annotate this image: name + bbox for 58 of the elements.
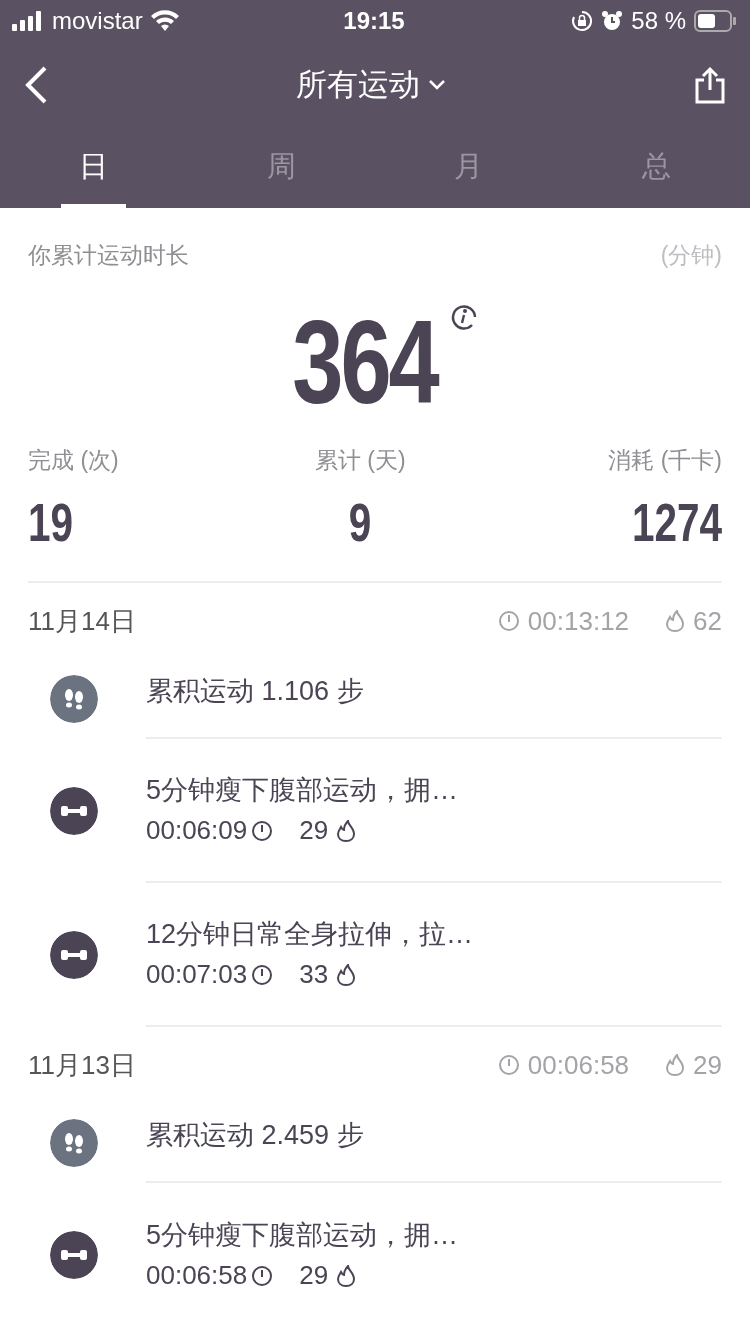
flame-icon bbox=[665, 610, 686, 632]
footprints-icon bbox=[50, 675, 98, 723]
battery-percent: 58 % bbox=[631, 6, 686, 36]
carrier-name: movistar bbox=[52, 6, 143, 36]
flame-icon bbox=[336, 1264, 357, 1287]
clock-icon bbox=[497, 610, 520, 632]
unit-label: (分钟) bbox=[660, 241, 722, 270]
title-dropdown[interactable]: 所有运动 bbox=[296, 61, 446, 109]
rotation-lock-icon bbox=[571, 10, 594, 32]
clock-icon bbox=[497, 1054, 520, 1076]
info-icon[interactable] bbox=[450, 302, 479, 331]
activity-calories: 33 bbox=[299, 958, 329, 991]
tab[interactable]: 周 bbox=[248, 130, 314, 208]
stat-value: 9 bbox=[349, 495, 372, 549]
clock-icon bbox=[251, 819, 274, 842]
flame-icon bbox=[336, 819, 357, 842]
share-icon[interactable] bbox=[694, 66, 726, 104]
total-minutes: 364 bbox=[291, 302, 437, 421]
tab[interactable]: 日 bbox=[61, 130, 127, 208]
stat-label: 累计 (天) bbox=[314, 445, 406, 475]
dumbbell-icon bbox=[50, 787, 98, 835]
day-duration: 00:13:12 bbox=[527, 604, 630, 638]
day-date: 11月14日 bbox=[28, 604, 136, 638]
activity-duration: 00:06:58 bbox=[146, 1259, 248, 1292]
stat-value: 1274 bbox=[631, 495, 722, 549]
day-calories: 62 bbox=[693, 604, 722, 638]
day-date: 11月13日 bbox=[28, 1048, 136, 1082]
activity-title: 累积运动 1.106 步 bbox=[146, 675, 365, 709]
stat-label: 消耗 (千卡) bbox=[608, 445, 722, 475]
activity-title: 5分钟瘦下腹部运动，拥… bbox=[146, 1219, 460, 1253]
back-icon[interactable] bbox=[24, 66, 48, 104]
clock-icon bbox=[251, 1264, 274, 1287]
alarm-icon bbox=[601, 10, 624, 32]
flame-icon bbox=[665, 1054, 686, 1076]
tab[interactable]: 月 bbox=[436, 130, 502, 208]
activity-duration: 00:07:03 bbox=[146, 958, 248, 991]
dumbbell-icon bbox=[50, 1231, 98, 1279]
status-time: 19:15 bbox=[343, 7, 405, 34]
clock-icon bbox=[251, 963, 274, 986]
footprints-icon bbox=[50, 1119, 98, 1167]
dumbbell-icon bbox=[50, 931, 98, 979]
flame-icon bbox=[336, 963, 357, 986]
activity-title: 累积运动 2.459 步 bbox=[146, 1119, 365, 1153]
wifi-icon bbox=[150, 10, 179, 32]
signal-icon bbox=[12, 11, 44, 31]
battery-icon bbox=[694, 10, 736, 32]
day-duration: 00:06:58 bbox=[527, 1048, 630, 1082]
stat-label: 完成 (次) bbox=[28, 445, 119, 475]
caret-icon bbox=[428, 79, 446, 91]
activity-title: 5分钟瘦下腹部运动，拥… bbox=[146, 774, 460, 808]
activity-calories: 29 bbox=[299, 814, 329, 847]
stat-value: 19 bbox=[28, 495, 74, 549]
summary-label: 你累计运动时长 bbox=[28, 241, 189, 270]
activity-duration: 00:06:09 bbox=[146, 814, 248, 847]
activity-title: 12分钟日常全身拉伸，拉… bbox=[146, 918, 475, 952]
day-calories: 29 bbox=[693, 1048, 722, 1082]
activity-calories: 29 bbox=[299, 1259, 329, 1292]
tab[interactable]: 总 bbox=[623, 130, 689, 208]
